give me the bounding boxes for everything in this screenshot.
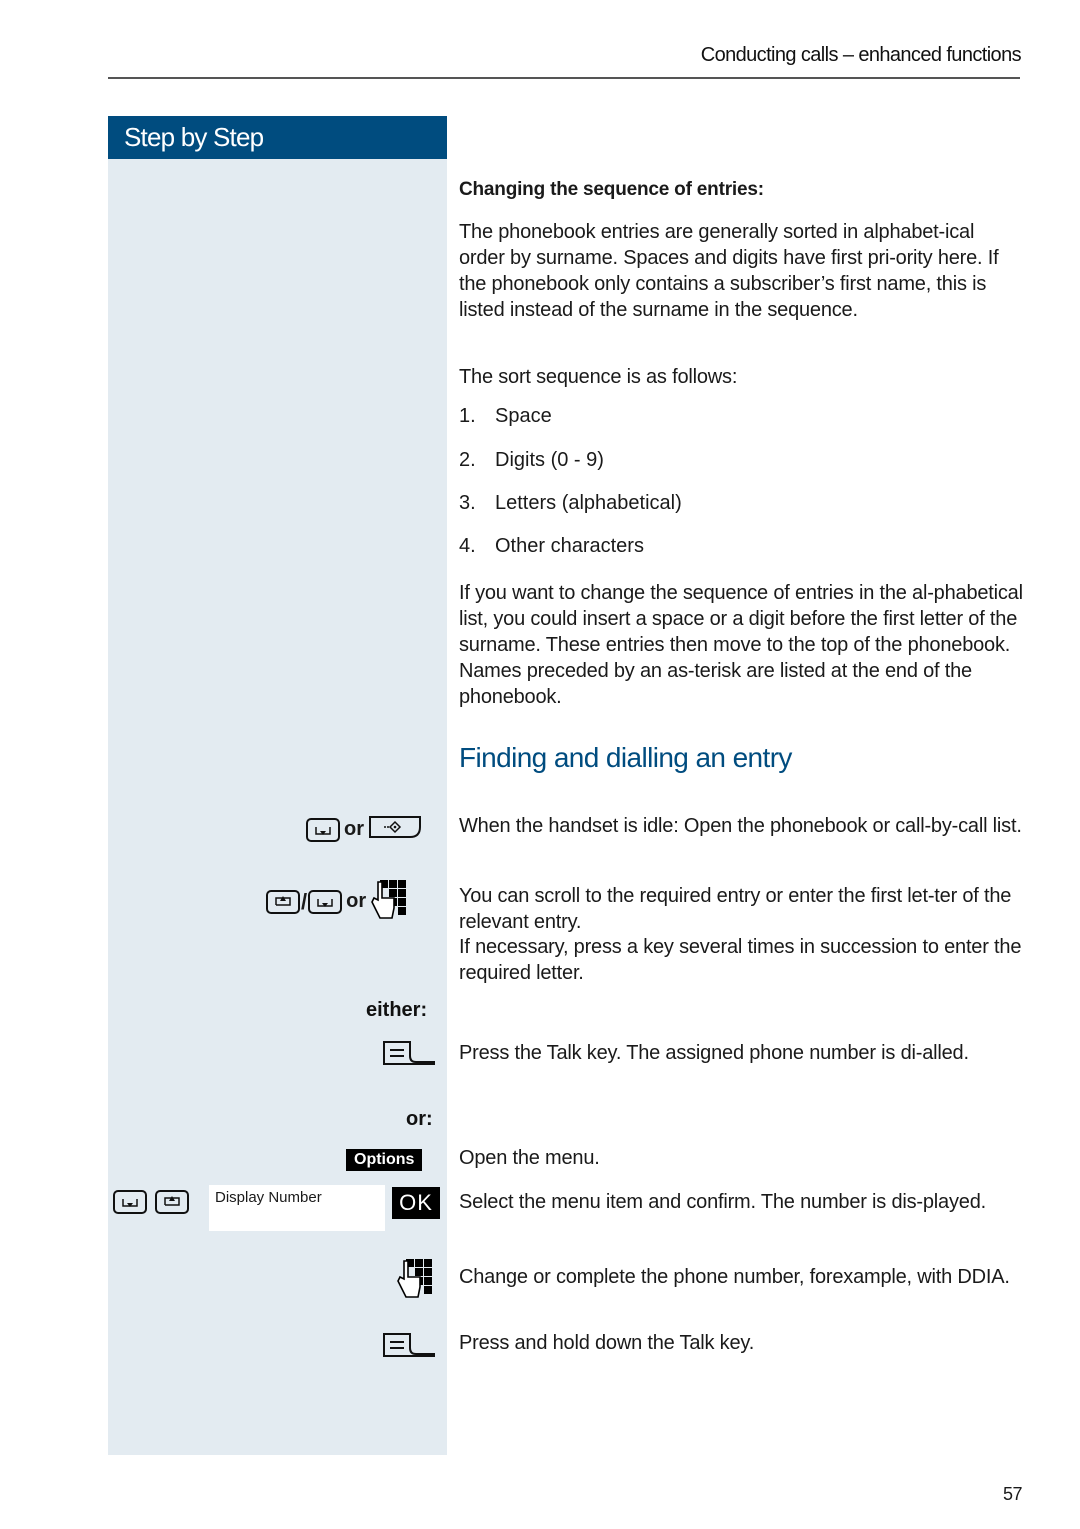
- step5-keys: [113, 1190, 190, 1214]
- talk-key-icon: [382, 1040, 436, 1071]
- header-divider: [108, 77, 1020, 79]
- either-label: either:: [366, 999, 428, 1021]
- or-text: or: [344, 818, 364, 840]
- options-softkey[interactable]: Options: [346, 1149, 423, 1171]
- list-text: Other characters: [495, 535, 644, 557]
- section-title: Finding and dialling an entry: [459, 742, 792, 773]
- or-label: or:: [406, 1108, 433, 1130]
- step1-keys: or: [306, 815, 422, 844]
- step-text: Press and hold down the Talk key.: [459, 1332, 755, 1354]
- step-text: When the handset is idle: Open the phone…: [459, 815, 1022, 837]
- or-text: or: [346, 890, 367, 912]
- running-header: Conducting calls – enhanced functions: [700, 44, 1022, 66]
- call-list-key-icon: [368, 815, 422, 844]
- intro-paragraph: The phonebook entries are generally sort…: [459, 221, 999, 321]
- sort-list-item: 2. Digits (0 - 9): [459, 449, 604, 472]
- list-number: 1.: [459, 405, 476, 427]
- step-text: You can scroll to the required entry or …: [459, 885, 1012, 933]
- step-text: Press the Talk key. The assigned phone n…: [459, 1042, 969, 1064]
- list-number: 2.: [459, 449, 476, 471]
- list-text: Space: [495, 405, 552, 427]
- list-text: Digits (0 - 9): [495, 449, 604, 471]
- step-text: Open the menu.: [459, 1147, 600, 1169]
- sort-list-item: 1. Space: [459, 405, 552, 428]
- display-menu-item[interactable]: Display Number: [209, 1185, 385, 1231]
- sequence-paragraph: If you want to change the sequence of en…: [459, 582, 1023, 708]
- list-text: Letters (alphabetical): [495, 492, 682, 514]
- keypad-icon: [370, 878, 407, 925]
- list-number: 3.: [459, 492, 476, 514]
- control-down-key-icon: [308, 889, 343, 914]
- step-by-step-sidebar: Step by Step: [108, 116, 447, 1455]
- slash-text: /: [301, 888, 308, 914]
- keypad-icon: [396, 1257, 434, 1304]
- control-down-key-icon: [113, 1190, 147, 1214]
- control-down-key-icon: [306, 817, 340, 842]
- step2-keys: / or: [266, 878, 407, 925]
- page-number: 57: [1002, 1484, 1023, 1504]
- sidebar-title: Step by Step: [108, 116, 447, 159]
- sort-list-item: 3. Letters (alphabetical): [459, 492, 682, 515]
- list-number: 4.: [459, 535, 476, 557]
- step-text: Change or complete the phone number, for…: [459, 1266, 1010, 1288]
- sort-list-item: 4. Other characters: [459, 535, 644, 558]
- sort-intro: The sort sequence is as follows:: [459, 366, 738, 388]
- step-text: If necessary, press a key several times …: [459, 936, 1022, 984]
- step-text: Select the menu item and confirm. The nu…: [459, 1191, 986, 1213]
- talk-key-icon: [382, 1332, 436, 1363]
- control-up-key-icon: [266, 889, 300, 914]
- control-up-key-icon: [155, 1190, 190, 1214]
- subheading: Changing the sequence of entries:: [459, 179, 764, 200]
- ok-softkey[interactable]: OK: [392, 1187, 440, 1219]
